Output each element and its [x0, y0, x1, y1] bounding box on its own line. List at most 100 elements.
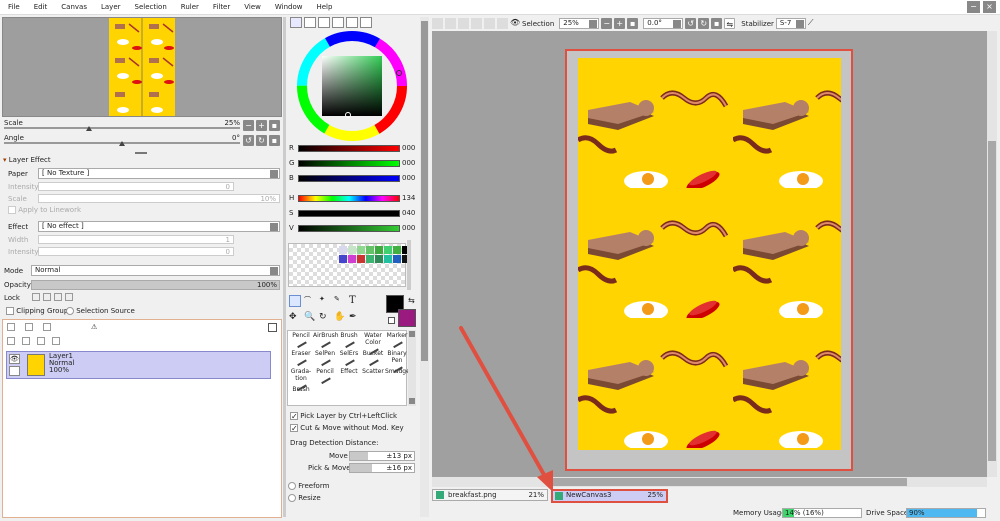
effect-intensity-slider[interactable]: 0 [38, 247, 234, 256]
tool-scatter[interactable]: Scatter [361, 368, 385, 386]
transfer-down-icon[interactable] [7, 337, 15, 345]
menu-edit[interactable]: Edit [34, 3, 48, 11]
color-swatch[interactable] [393, 246, 401, 254]
lasso-icon[interactable]: ⌒ [304, 295, 316, 307]
color-swatch[interactable] [348, 246, 356, 254]
color-swatch[interactable] [375, 246, 383, 254]
scroll-down-icon[interactable] [409, 398, 415, 404]
menu-ruler[interactable]: Ruler [181, 3, 199, 11]
tool-eraser[interactable]: Eraser [289, 350, 313, 368]
rotate-sel-icon[interactable] [497, 18, 508, 29]
middle-scroll-thumb[interactable] [421, 21, 428, 361]
layer-effect-icon[interactable]: ⚠ [91, 323, 97, 331]
rotate-icon[interactable]: ↻ [319, 312, 331, 324]
transform-icon[interactable] [471, 18, 482, 29]
menu-canvas[interactable]: Canvas [61, 3, 87, 11]
pencil-icon[interactable] [9, 366, 20, 376]
intensity-slider[interactable]: 0 [38, 182, 234, 191]
tool-pencil[interactable]: Pencil [289, 332, 313, 350]
eyedropper-icon[interactable]: ✒ [349, 312, 361, 324]
lock-transparency-icon[interactable] [32, 293, 40, 301]
rotate-right-button[interactable]: ↻ [256, 135, 267, 146]
move-distance-slider[interactable]: ±13 px [349, 451, 415, 461]
lock-all-icon[interactable] [65, 293, 73, 301]
flip-horizontal-button[interactable]: ⇋ [724, 18, 736, 29]
pick-layer-checkbox[interactable] [290, 412, 298, 420]
clipping-group-row[interactable]: Clipping Group [6, 307, 68, 315]
cut-move-row[interactable]: Cut & Move without Mod. Key [290, 424, 404, 432]
width-slider[interactable]: 1 [38, 235, 234, 244]
v-slider[interactable] [298, 225, 400, 232]
canvas-zoom-reset-button[interactable]: ▪ [627, 18, 639, 29]
clipping-group-checkbox[interactable] [6, 307, 14, 315]
tool-airbrush[interactable]: AirBrush [313, 332, 339, 350]
tool-watercolor[interactable]: Water Color [361, 332, 385, 356]
swatch-scrollbar[interactable] [407, 240, 411, 290]
blend-mode-dropdown[interactable]: Normal [31, 265, 280, 276]
selection-source-radio[interactable] [66, 307, 74, 315]
cut-move-checkbox[interactable] [290, 424, 298, 432]
scroll-up-icon[interactable] [409, 331, 415, 337]
canvas-artwork[interactable] [578, 58, 841, 450]
tool-brush[interactable]: Brush [337, 332, 361, 350]
swatches-tab[interactable] [346, 17, 358, 28]
rect-select-icon[interactable] [289, 295, 301, 307]
b-slider[interactable] [298, 175, 400, 182]
pick-move-slider[interactable]: ±16 px [349, 463, 415, 473]
merge-down-icon[interactable] [22, 337, 30, 345]
menu-filter[interactable]: Filter [213, 3, 230, 11]
flip-icon[interactable] [484, 18, 495, 29]
menu-layer[interactable]: Layer [101, 3, 121, 11]
hsv-sliders-tab[interactable] [318, 17, 330, 28]
scale-slider-handle[interactable] [86, 126, 92, 131]
canvas-rotate-right-button[interactable]: ↻ [698, 18, 710, 29]
minimize-button[interactable]: − [967, 1, 980, 13]
line-tool-icon[interactable]: ⟋ [808, 18, 818, 29]
color-swatch[interactable] [393, 255, 401, 263]
eye-icon[interactable]: 👁 [9, 354, 20, 364]
freeform-radio[interactable] [288, 482, 296, 490]
vertical-scroll-thumb[interactable] [988, 141, 996, 461]
selection-toggle-icon[interactable]: 👁 [510, 18, 520, 29]
color-wheel-tab[interactable] [290, 17, 302, 28]
zoom-out-button[interactable]: − [243, 120, 254, 131]
magic-wand-icon[interactable]: ✦ [319, 295, 331, 307]
panel-splitter[interactable] [135, 152, 147, 154]
show-select-icon[interactable] [458, 18, 469, 29]
deselect-icon[interactable] [432, 18, 443, 29]
tool-pencil-2[interactable]: Pencil [313, 368, 337, 386]
navigator-preview[interactable] [2, 17, 282, 117]
transparent-color-icon[interactable] [388, 317, 395, 324]
angle-slider-handle[interactable] [119, 141, 125, 146]
texture-scale-slider[interactable]: 10% [38, 194, 280, 203]
zoom-dropdown[interactable]: 25% [559, 18, 600, 29]
freeform-row[interactable]: Freeform [288, 482, 329, 490]
tool-selers[interactable]: SelErs [337, 350, 361, 368]
menu-help[interactable]: Help [316, 3, 332, 11]
canvas-zoom-out-button[interactable]: − [601, 18, 613, 29]
text-tool-icon[interactable]: T [349, 295, 361, 307]
color-swatch[interactable] [357, 255, 365, 263]
menu-view[interactable]: View [244, 3, 261, 11]
lock-paint-icon[interactable] [43, 293, 51, 301]
new-layer-icon[interactable] [7, 323, 15, 331]
horizontal-scroll-thumb[interactable] [547, 478, 907, 486]
canvas-zoom-in-button[interactable]: + [614, 18, 626, 29]
tool-binary-pen[interactable]: Binary Pen [385, 350, 409, 374]
invert-select-icon[interactable] [445, 18, 456, 29]
color-swatch[interactable] [384, 255, 392, 263]
canvas-vertical-scrollbar[interactable] [987, 31, 997, 477]
layer-row[interactable]: 👁 Layer1 Normal 100% [6, 351, 271, 379]
pick-layer-row[interactable]: Pick Layer by Ctrl+LeftClick [290, 412, 397, 420]
s-slider[interactable] [298, 210, 400, 217]
opacity-slider[interactable]: 100% [31, 280, 280, 290]
h-slider[interactable] [298, 195, 400, 202]
tool-grid-scrollbar[interactable] [408, 330, 416, 406]
left-panel-divider[interactable] [283, 17, 286, 517]
color-swatch[interactable] [366, 255, 374, 263]
color-swatch[interactable] [375, 255, 383, 263]
tab-newcanvas3[interactable]: NewCanvas3 25% [551, 489, 668, 503]
tool-effect[interactable]: Effect [337, 368, 361, 386]
r-slider[interactable] [298, 145, 400, 152]
g-slider[interactable] [298, 160, 400, 167]
